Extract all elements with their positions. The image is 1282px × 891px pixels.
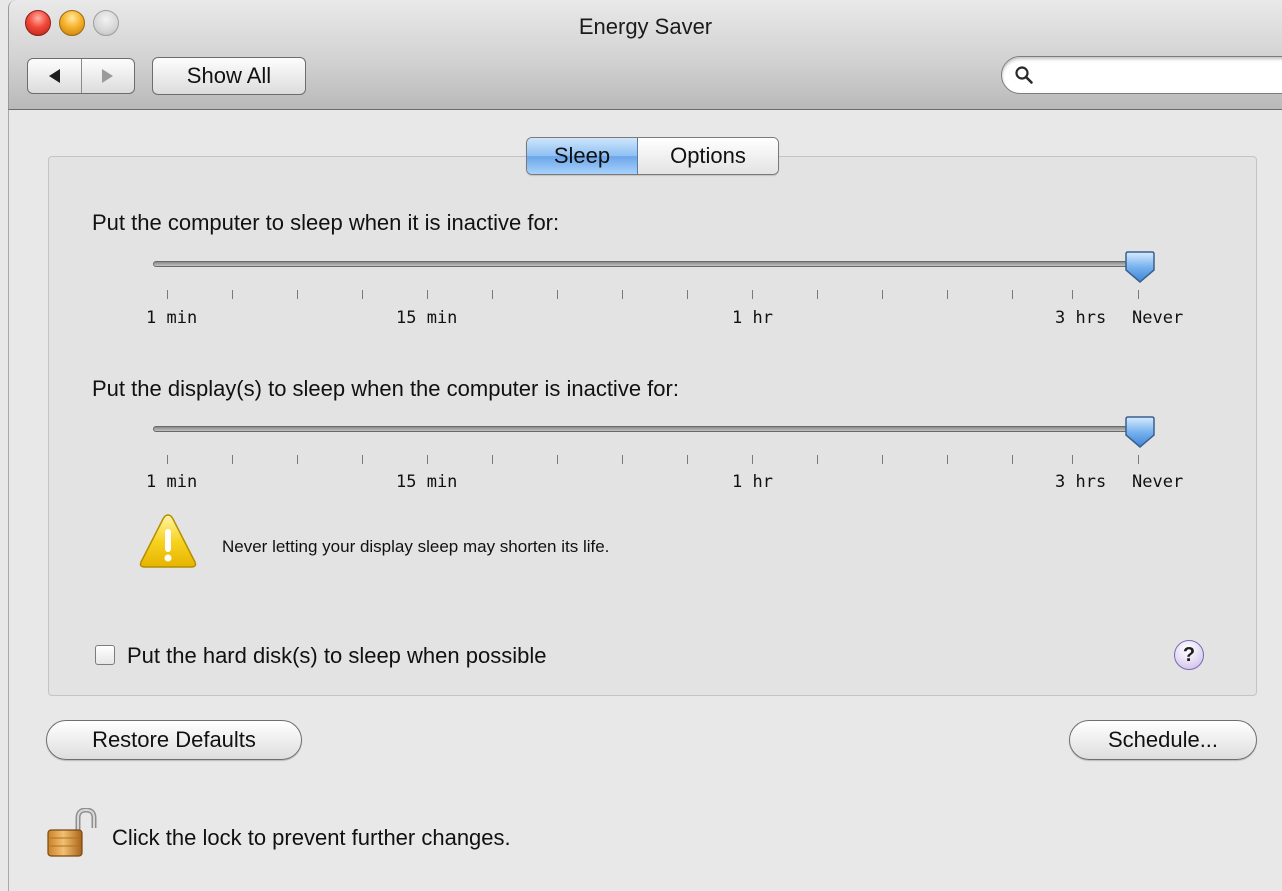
tick-label-1-hr: 1 hr xyxy=(732,472,773,492)
tick-label-3-hrs: 3 hrs xyxy=(1055,472,1107,492)
tick-mark xyxy=(817,290,818,299)
hard-disk-sleep-checkbox[interactable] xyxy=(95,645,115,665)
window-left-border xyxy=(8,110,9,891)
computer-sleep-slider-track[interactable] xyxy=(153,261,1143,267)
tick-mark xyxy=(622,290,623,299)
back-forward-control xyxy=(27,58,135,94)
tick-mark xyxy=(362,455,363,464)
tick-mark xyxy=(947,290,948,299)
lock-message: Click the lock to prevent further change… xyxy=(112,825,511,850)
tick-mark xyxy=(817,455,818,464)
tab-sleep[interactable]: Sleep xyxy=(527,138,638,174)
tick-label-1-min: 1 min xyxy=(146,472,198,492)
restore-defaults-button[interactable]: Restore Defaults xyxy=(46,720,302,760)
tick-mark xyxy=(752,455,753,464)
display-sleep-slider-track[interactable] xyxy=(153,426,1143,432)
tick-mark xyxy=(167,455,168,464)
window-toolbar: Energy Saver Show All xyxy=(8,0,1282,110)
tick-label-15-min: 15 min xyxy=(396,472,458,492)
tick-mark xyxy=(167,290,168,299)
window-title: Energy Saver xyxy=(578,14,713,39)
tick-mark xyxy=(557,290,558,299)
search-input[interactable] xyxy=(1042,63,1282,89)
tick-mark xyxy=(232,290,233,299)
tick-mark xyxy=(1012,455,1013,464)
tick-mark xyxy=(1072,290,1073,299)
tick-label-1-min: 1 min xyxy=(146,308,198,328)
forward-arrow-icon xyxy=(102,69,114,83)
search-field[interactable] xyxy=(1001,56,1282,94)
display-sleep-slider-thumb[interactable] xyxy=(1125,415,1155,449)
show-all-button[interactable]: Show All xyxy=(152,57,306,95)
schedule-button[interactable]: Schedule... xyxy=(1069,720,1257,760)
hard-disk-sleep-label[interactable]: Put the hard disk(s) to sleep when possi… xyxy=(127,643,546,669)
tick-label-15-min: 15 min xyxy=(396,308,458,328)
tick-mark xyxy=(427,290,428,299)
tick-mark xyxy=(492,290,493,299)
tab-bar: Sleep Options xyxy=(526,137,779,175)
tick-mark xyxy=(557,455,558,464)
computer-sleep-slider-thumb[interactable] xyxy=(1125,250,1155,284)
tick-mark xyxy=(687,290,688,299)
tick-mark xyxy=(297,455,298,464)
tick-mark xyxy=(1012,290,1013,299)
tick-label-1-hr: 1 hr xyxy=(732,308,773,328)
tick-mark xyxy=(1138,290,1139,299)
back-button[interactable] xyxy=(28,59,81,93)
tick-mark xyxy=(362,290,363,299)
tick-label-never: Never xyxy=(1132,308,1184,328)
tick-mark xyxy=(622,455,623,464)
display-sleep-ticks xyxy=(167,455,1167,465)
unlocked-padlock-icon[interactable] xyxy=(44,808,100,858)
search-icon xyxy=(1015,66,1033,84)
display-sleep-label: Put the display(s) to sleep when the com… xyxy=(92,376,679,401)
back-arrow-icon xyxy=(48,69,60,83)
warning-triangle-icon xyxy=(139,514,197,568)
forward-button[interactable] xyxy=(80,59,135,93)
help-button[interactable]: ? xyxy=(1174,640,1204,670)
tick-mark xyxy=(947,455,948,464)
tick-mark xyxy=(1138,455,1139,464)
tick-mark xyxy=(232,455,233,464)
tick-label-never: Never xyxy=(1132,472,1184,492)
tick-mark xyxy=(427,455,428,464)
computer-sleep-label: Put the computer to sleep when it is ina… xyxy=(92,210,560,235)
tick-mark xyxy=(687,455,688,464)
tab-options[interactable]: Options xyxy=(638,138,778,174)
tick-mark xyxy=(1072,455,1073,464)
tick-label-3-hrs: 3 hrs xyxy=(1055,308,1107,328)
tick-mark xyxy=(297,290,298,299)
tick-mark xyxy=(752,290,753,299)
computer-sleep-ticks xyxy=(167,290,1167,300)
tick-mark xyxy=(492,455,493,464)
tick-mark xyxy=(882,455,883,464)
tick-mark xyxy=(882,290,883,299)
warning-message: Never letting your display sleep may sho… xyxy=(222,537,610,556)
